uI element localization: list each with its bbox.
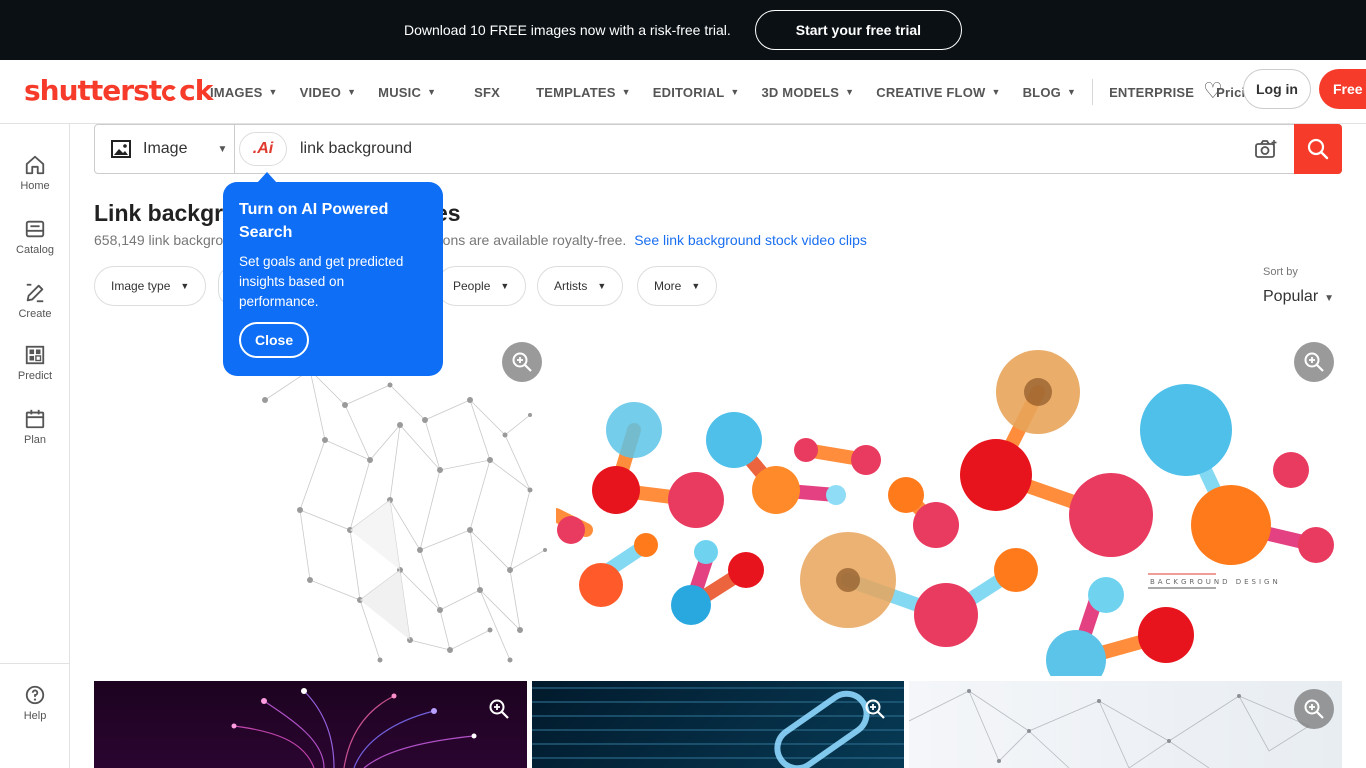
home-icon (25, 155, 45, 175)
circuit-illustration (231, 688, 477, 768)
chevron-down-icon: ▼ (730, 87, 740, 97)
molecule-illustration: BACKGROUND DESIGN (556, 350, 1334, 676)
result-image-binary-chain[interactable] (532, 681, 904, 768)
filter-artists[interactable]: Artists ▼ (537, 266, 624, 306)
search-icon (1307, 138, 1329, 160)
sidebar-help-section: Help (0, 663, 70, 768)
nav-editorial[interactable]: EDITORIAL ▼ (653, 85, 740, 100)
network-illustration (262, 367, 547, 663)
start-trial-button[interactable]: Start your free trial (754, 10, 963, 50)
left-sidebar: Home Catalog Create Predict Plan Help (0, 124, 70, 768)
zoom-in-icon (489, 699, 509, 719)
zoom-in-icon (512, 352, 532, 372)
sidebar-item-plan[interactable]: Plan (0, 408, 70, 446)
result-image-light-mesh[interactable] (909, 681, 1342, 768)
calendar-icon (25, 409, 45, 429)
zoom-in-icon (865, 699, 885, 719)
sidebar-label: Catalog (16, 244, 54, 256)
zoom-button[interactable] (502, 342, 542, 382)
nav-templates[interactable]: TEMPLATES ▼ (536, 85, 631, 100)
nav-video[interactable]: VIDEO ▼ (300, 85, 357, 100)
nav-divider (1092, 79, 1094, 105)
catalog-icon (25, 220, 45, 238)
sort-select[interactable]: Popular ▼ (1263, 288, 1334, 306)
sort-label: Sort by (1263, 266, 1298, 278)
binary-chain-illustration (532, 687, 904, 768)
nav-enterprise[interactable]: ENTERPRISE (1109, 85, 1194, 100)
sidebar-label: Create (18, 308, 52, 320)
login-button[interactable]: Log in (1243, 69, 1311, 109)
caret-down-icon: ▼ (1324, 293, 1335, 304)
nav-blog[interactable]: BLOG ▼ (1023, 85, 1076, 100)
chevron-down-icon: ▼ (500, 281, 510, 291)
search-input[interactable] (300, 140, 1200, 158)
chevron-down-icon: ▼ (621, 87, 631, 97)
zoom-button[interactable] (1294, 342, 1334, 382)
light-mesh-illustration (909, 689, 1310, 768)
zoom-in-icon (1304, 352, 1324, 372)
grid-icon (25, 345, 45, 365)
chevron-down-icon: ▼ (268, 87, 278, 97)
sidebar-item-predict[interactable]: Predict (0, 344, 70, 382)
sidebar-label: Plan (23, 434, 47, 446)
chevron-down-icon: ▼ (845, 87, 855, 97)
chevron-down-icon: ▼ (991, 87, 1001, 97)
promo-text: Download 10 FREE images now with a risk-… (403, 22, 731, 38)
sidebar-label: Home (20, 180, 50, 192)
nav-creative-flow[interactable]: CREATIVE FLOW ▼ (876, 85, 1000, 100)
caret-down-icon: ▼ (217, 143, 228, 155)
chevron-down-icon: ▼ (180, 281, 190, 291)
shutterstock-logo[interactable]: shutterst ck (24, 74, 213, 107)
chevron-down-icon: ▼ (347, 87, 357, 97)
heart-icon[interactable]: ♡ (1203, 78, 1223, 104)
image-caption: BACKGROUND DESIGN (1150, 578, 1281, 586)
nav-sfx[interactable]: SFX (474, 85, 500, 100)
main-nav: shutterst ck IMAGES ▼ VIDEO ▼ MUSIC ▼ SFX TE… (0, 60, 1366, 124)
filter-image-type[interactable]: Image type ▼ (94, 266, 207, 306)
nav-music[interactable]: MUSIC ▼ (378, 85, 436, 100)
zoom-button[interactable] (855, 689, 895, 729)
zoom-button[interactable] (479, 689, 519, 729)
free-trial-button[interactable]: Free t (1319, 69, 1366, 109)
search-bar: Image ▼ .Ai (94, 124, 1342, 174)
chevron-down-icon: ▼ (427, 87, 437, 97)
image-icon (111, 140, 131, 158)
nav-images[interactable]: IMAGES ▼ (210, 85, 278, 100)
tooltip-title: Turn on AI Powered Search (239, 201, 389, 241)
camera-search-icon[interactable] (1255, 139, 1277, 159)
media-type-label: Image (143, 140, 188, 157)
search-button[interactable] (1294, 124, 1342, 174)
result-image-circuit[interactable] (94, 681, 527, 768)
chevron-down-icon: ▼ (1066, 87, 1077, 97)
chevron-down-icon: ▼ (691, 281, 701, 291)
sidebar-item-create[interactable]: Create (0, 282, 70, 320)
zoom-in-icon (1304, 699, 1324, 719)
ai-search-tooltip: Turn on AI Powered Search Set goals and … (223, 172, 443, 376)
sidebar-item-catalog[interactable]: Catalog (0, 218, 70, 256)
media-type-select[interactable]: Image ▼ (95, 125, 235, 173)
sidebar-label: Predict (17, 370, 53, 382)
video-clips-link[interactable]: See link background stock video clips (634, 232, 867, 248)
sidebar-item-help[interactable]: Help (0, 684, 70, 722)
sidebar-item-home[interactable]: Home (0, 154, 70, 192)
ai-search-toggle[interactable]: .Ai (239, 132, 287, 166)
sidebar-label: Help (23, 710, 47, 722)
result-image-network[interactable] (250, 330, 552, 676)
chevron-down-icon: ▼ (597, 281, 607, 291)
promo-bar: Download 10 FREE images now with a risk-… (0, 0, 1366, 60)
zoom-button[interactable] (1294, 689, 1334, 729)
filter-more[interactable]: More ▼ (637, 266, 718, 306)
nav-3d-models[interactable]: 3D MODELS ▼ (761, 85, 854, 100)
tooltip-close-button[interactable]: Close (239, 322, 310, 358)
tooltip-body: Set goals and get predicted insights bas… (239, 254, 404, 309)
help-icon (25, 685, 45, 705)
result-image-molecules[interactable]: BACKGROUND DESIGN (556, 330, 1342, 676)
pencil-icon (26, 283, 44, 303)
filter-people[interactable]: People ▼ (436, 266, 527, 306)
results-summary: 658,149 link backgro rations are availabl… (94, 232, 867, 248)
